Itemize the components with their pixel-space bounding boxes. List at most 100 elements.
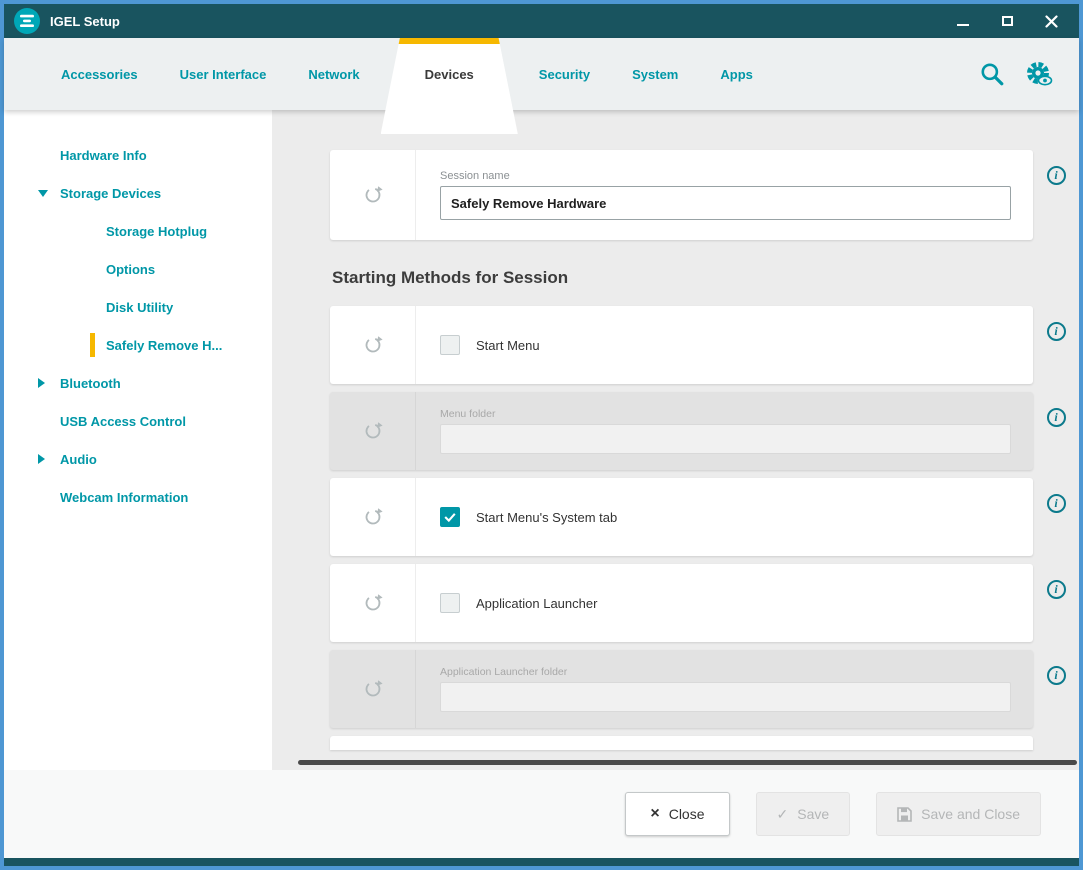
session-name-label: Session name <box>440 170 1011 182</box>
reset-cell[interactable] <box>330 650 416 728</box>
settings-panel: Session name i Starting Methods for Sess… <box>272 110 1079 770</box>
session-name-field: Session name <box>416 150 1033 240</box>
sidebar-item-storage-devices[interactable]: Storage Devices <box>4 174 272 212</box>
app-launcher-folder-input <box>440 682 1011 712</box>
title-bar: IGEL Setup <box>4 4 1079 38</box>
sidebar-item-webcam-information[interactable]: Webcam Information <box>4 478 272 516</box>
reset-cell[interactable] <box>330 150 416 240</box>
sidebar-item-safely-remove-hardware[interactable]: Safely Remove H... <box>4 326 272 364</box>
menu-folder-row: Menu folder i <box>330 392 1079 470</box>
check-icon <box>442 509 458 525</box>
session-name-input[interactable] <box>440 186 1011 220</box>
main-area: Hardware Info Storage Devices Storage Ho… <box>4 110 1079 770</box>
menu-folder-label: Menu folder <box>440 408 1011 420</box>
tab-security[interactable]: Security <box>518 67 611 82</box>
info-icon[interactable]: i <box>1047 494 1066 513</box>
tab-devices[interactable]: Devices <box>381 38 518 134</box>
minimize-button[interactable] <box>955 13 971 29</box>
maximize-button[interactable] <box>999 13 1015 29</box>
app-launcher-row: Application Launcher i <box>330 564 1079 642</box>
reset-icon <box>363 335 383 355</box>
reset-cell[interactable] <box>330 478 416 556</box>
clipped-card <box>330 736 1033 750</box>
system-tab-checkbox[interactable] <box>440 507 460 527</box>
sidebar-item-disk-utility[interactable]: Disk Utility <box>4 288 272 326</box>
tab-apps[interactable]: Apps <box>699 67 774 82</box>
chevron-collapsed-icon[interactable] <box>38 454 45 464</box>
menu-folder-field: Menu folder <box>416 392 1033 470</box>
app-launcher-label: Application Launcher <box>476 596 597 611</box>
sidebar-item-storage-hotplug[interactable]: Storage Hotplug <box>4 212 272 250</box>
save-and-close-button-label: Save and Close <box>921 806 1020 822</box>
tabbar-tools <box>979 60 1079 88</box>
close-icon <box>1045 15 1058 28</box>
tab-user-interface[interactable]: User Interface <box>159 67 288 82</box>
sidebar-item-hardware-info[interactable]: Hardware Info <box>4 136 272 174</box>
search-icon <box>979 61 1005 87</box>
info-icon[interactable]: i <box>1047 408 1066 427</box>
info-icon[interactable]: i <box>1047 166 1066 185</box>
sidebar-item-audio[interactable]: Audio <box>4 440 272 478</box>
sidebar-item-label: Audio <box>60 452 97 467</box>
save-and-close-button[interactable]: Save and Close <box>876 792 1041 836</box>
close-button[interactable]: × Close <box>625 792 729 836</box>
sidebar-item-label: Storage Hotplug <box>106 224 207 239</box>
sidebar-item-bluetooth[interactable]: Bluetooth <box>4 364 272 402</box>
app-launcher-folder-field: Application Launcher folder <box>416 650 1033 728</box>
check-icon: ✓ <box>777 806 789 823</box>
close-window-button[interactable] <box>1043 13 1059 29</box>
sidebar-item-label: Storage Devices <box>60 186 161 201</box>
bottom-accent-strip <box>4 858 1079 866</box>
reset-icon <box>363 185 383 205</box>
window-controls <box>955 13 1069 29</box>
section-title: Starting Methods for Session <box>332 268 1079 288</box>
horizontal-scrollbar[interactable] <box>298 760 1077 765</box>
app-launcher-checkbox[interactable] <box>440 593 460 613</box>
system-tab-label: Start Menu's System tab <box>476 510 617 525</box>
app-launcher-folder-card: Application Launcher folder <box>330 650 1033 728</box>
tab-network[interactable]: Network <box>287 67 380 82</box>
info-icon[interactable]: i <box>1047 666 1066 685</box>
sidebar-item-label: Disk Utility <box>106 300 173 315</box>
close-x-icon: × <box>650 805 659 823</box>
app-launcher-folder-label: Application Launcher folder <box>440 666 1011 678</box>
chevron-collapsed-icon[interactable] <box>38 378 45 388</box>
sidebar-item-label: Webcam Information <box>60 490 188 505</box>
info-icon[interactable]: i <box>1047 322 1066 341</box>
chevron-expanded-icon[interactable] <box>38 190 48 197</box>
save-button-label: Save <box>797 806 829 822</box>
minimize-icon <box>957 24 969 26</box>
reset-cell[interactable] <box>330 392 416 470</box>
start-menu-checkbox[interactable] <box>440 335 460 355</box>
tab-system[interactable]: System <box>611 67 699 82</box>
reset-icon <box>363 593 383 613</box>
sidebar-item-usb-access-control[interactable]: USB Access Control <box>4 402 272 440</box>
tab-bar: Accessories User Interface Network Devic… <box>4 38 1079 110</box>
session-name-row: Session name i <box>330 150 1079 240</box>
save-button[interactable]: ✓ Save <box>756 792 851 836</box>
sidebar-item-label: Safely Remove H... <box>106 338 222 353</box>
settings-view-button[interactable] <box>1025 60 1053 88</box>
sidebar-item-label: Bluetooth <box>60 376 121 391</box>
reset-icon <box>363 507 383 527</box>
start-menu-field: Start Menu <box>416 306 1033 384</box>
igel-setup-window: IGEL Setup Accessories User Interface Ne… <box>0 0 1083 870</box>
tab-accessories[interactable]: Accessories <box>40 67 159 82</box>
menu-folder-card: Menu folder <box>330 392 1033 470</box>
window-title: IGEL Setup <box>50 14 120 29</box>
footer-bar: × Close ✓ Save Save and Close <box>4 770 1079 858</box>
reset-cell[interactable] <box>330 564 416 642</box>
app-launcher-card: Application Launcher <box>330 564 1033 642</box>
info-column: i <box>1033 150 1079 185</box>
maximize-icon <box>1002 16 1013 26</box>
igel-logo-icon <box>14 8 40 34</box>
reset-icon <box>363 421 383 441</box>
sidebar-nav: Hardware Info Storage Devices Storage Ho… <box>4 110 272 770</box>
search-button[interactable] <box>979 61 1005 87</box>
start-menu-label: Start Menu <box>476 338 540 353</box>
start-menu-card: Start Menu <box>330 306 1033 384</box>
system-tab-field: Start Menu's System tab <box>416 478 1033 556</box>
info-icon[interactable]: i <box>1047 580 1066 599</box>
reset-cell[interactable] <box>330 306 416 384</box>
sidebar-item-options[interactable]: Options <box>4 250 272 288</box>
